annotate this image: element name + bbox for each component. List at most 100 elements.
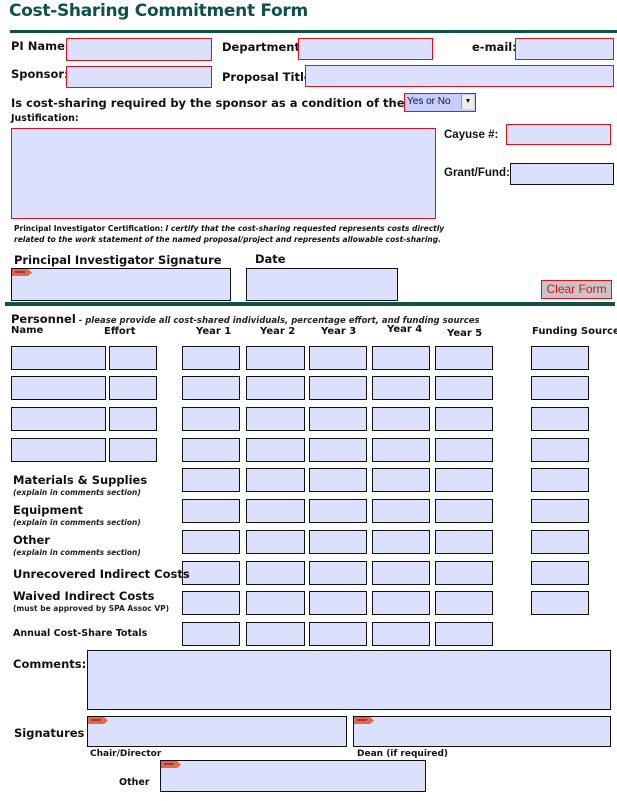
cost-funding-source-field[interactable]: [531, 561, 589, 585]
personnel-year-3-field[interactable]: [309, 346, 367, 370]
personnel-name-field[interactable]: [11, 407, 106, 431]
cost-year-5-field[interactable]: [435, 591, 493, 615]
personnel-effort-field[interactable]: [109, 407, 157, 431]
personnel-name-field[interactable]: [11, 438, 106, 462]
cost-year-5-field[interactable]: [435, 622, 493, 646]
personnel-year-4-field[interactable]: [372, 407, 430, 431]
personnel-funding-source-field[interactable]: [531, 438, 589, 462]
clear-form-button[interactable]: Clear Form: [541, 280, 612, 299]
email-field[interactable]: [515, 38, 614, 60]
personnel-year-1-field[interactable]: [182, 438, 240, 462]
personnel-year-3-field[interactable]: [309, 407, 367, 431]
cost-year-4-field[interactable]: [372, 530, 430, 554]
sign-here-icon: [12, 269, 32, 276]
other-signature-field[interactable]: [160, 760, 426, 792]
sign-here-icon: [161, 761, 181, 768]
cost-year-1-field[interactable]: [182, 499, 240, 523]
cost-year-5-field[interactable]: [435, 530, 493, 554]
personnel-year-4-field[interactable]: [372, 376, 430, 400]
cost-funding-source-field[interactable]: [531, 499, 589, 523]
cost-year-2-field[interactable]: [246, 622, 305, 646]
cost-funding-source-field[interactable]: [531, 591, 589, 615]
cost-year-2-field[interactable]: [246, 499, 305, 523]
dean-signature-field[interactable]: [353, 716, 611, 747]
cost-year-1-field[interactable]: [182, 561, 240, 585]
comments-label: Comments:: [13, 657, 87, 671]
grant-fund-label: Grant/Fund:: [444, 167, 510, 179]
cost-year-2-field[interactable]: [246, 530, 305, 554]
cost-year-4-field[interactable]: [372, 591, 430, 615]
personnel-year-5-field[interactable]: [435, 438, 493, 462]
cost-year-1-field[interactable]: [182, 622, 240, 646]
comments-field[interactable]: [87, 650, 611, 710]
header-divider: [10, 30, 617, 33]
personnel-year-4-field[interactable]: [372, 438, 430, 462]
cost-year-2-field[interactable]: [246, 561, 305, 585]
cost-year-3-field[interactable]: [309, 591, 367, 615]
chair-signature-field[interactable]: [87, 716, 347, 747]
cost-year-4-field[interactable]: [372, 622, 430, 646]
personnel-year-1-field[interactable]: [182, 346, 240, 370]
personnel-year-2-field[interactable]: [246, 346, 305, 370]
personnel-year-1-field[interactable]: [182, 407, 240, 431]
grant-fund-field[interactable]: [510, 163, 614, 185]
cost-year-3-field[interactable]: [309, 622, 367, 646]
cost-funding-source-field[interactable]: [531, 530, 589, 554]
personnel-name-field[interactable]: [11, 346, 106, 370]
personnel-name-field[interactable]: [11, 376, 106, 400]
cost-year-5-field[interactable]: [435, 561, 493, 585]
cost-year-2-field[interactable]: [246, 468, 305, 492]
personnel-title: Personnel: [11, 312, 76, 326]
cost-year-1-field[interactable]: [182, 530, 240, 554]
cost-year-3-field[interactable]: [309, 561, 367, 585]
personnel-year-3-field[interactable]: [309, 376, 367, 400]
form-title: Cost-Sharing Commitment Form: [9, 1, 308, 21]
personnel-year-1-field[interactable]: [182, 376, 240, 400]
sponsor-field[interactable]: [66, 66, 212, 88]
cost-sharing-required-select[interactable]: Yes or No ▼: [404, 93, 476, 112]
cost-sharing-question: Is cost-sharing required by the sponsor …: [11, 96, 456, 110]
pi-name-field[interactable]: [66, 38, 212, 61]
personnel-year-5-field[interactable]: [435, 407, 493, 431]
justification-field[interactable]: [11, 128, 436, 219]
cost-year-5-field[interactable]: [435, 499, 493, 523]
sign-here-icon: [354, 717, 374, 724]
cost-funding-source-field[interactable]: [531, 468, 589, 492]
cost-row-label: Unrecovered Indirect Costs: [13, 567, 190, 581]
date-label: Date: [255, 252, 286, 266]
cost-row-label: Annual Cost-Share Totals: [13, 628, 148, 639]
pi-signature-field[interactable]: [11, 268, 231, 301]
certification-text-1: I certify that the cost-sharing requeste…: [165, 224, 445, 233]
personnel-year-5-field[interactable]: [435, 346, 493, 370]
personnel-effort-field[interactable]: [109, 438, 157, 462]
personnel-year-4-field[interactable]: [372, 346, 430, 370]
cost-year-2-field[interactable]: [246, 591, 305, 615]
column-header-name: Name: [11, 325, 44, 336]
department-field[interactable]: [298, 38, 433, 60]
personnel-year-5-field[interactable]: [435, 376, 493, 400]
cost-year-1-field[interactable]: [182, 591, 240, 615]
date-field[interactable]: [246, 268, 398, 301]
personnel-funding-source-field[interactable]: [531, 346, 589, 370]
cost-year-5-field[interactable]: [435, 468, 493, 492]
personnel-year-2-field[interactable]: [246, 376, 305, 400]
cost-year-4-field[interactable]: [372, 499, 430, 523]
chevron-down-icon[interactable]: ▼: [461, 95, 474, 109]
column-header-year-3: Year 3: [321, 326, 357, 337]
cost-year-3-field[interactable]: [309, 530, 367, 554]
personnel-year-2-field[interactable]: [246, 407, 305, 431]
personnel-funding-source-field[interactable]: [531, 407, 589, 431]
proposal-title-field[interactable]: [305, 65, 614, 87]
personnel-effort-field[interactable]: [109, 346, 157, 370]
cayuse-field[interactable]: [506, 124, 611, 145]
cost-year-3-field[interactable]: [309, 499, 367, 523]
column-header-year-5: Year 5: [447, 328, 483, 339]
personnel-year-3-field[interactable]: [309, 438, 367, 462]
cost-year-4-field[interactable]: [372, 468, 430, 492]
personnel-effort-field[interactable]: [109, 376, 157, 400]
personnel-funding-source-field[interactable]: [531, 376, 589, 400]
cost-year-1-field[interactable]: [182, 468, 240, 492]
personnel-year-2-field[interactable]: [246, 438, 305, 462]
cost-year-3-field[interactable]: [309, 468, 367, 492]
cost-year-4-field[interactable]: [372, 561, 430, 585]
